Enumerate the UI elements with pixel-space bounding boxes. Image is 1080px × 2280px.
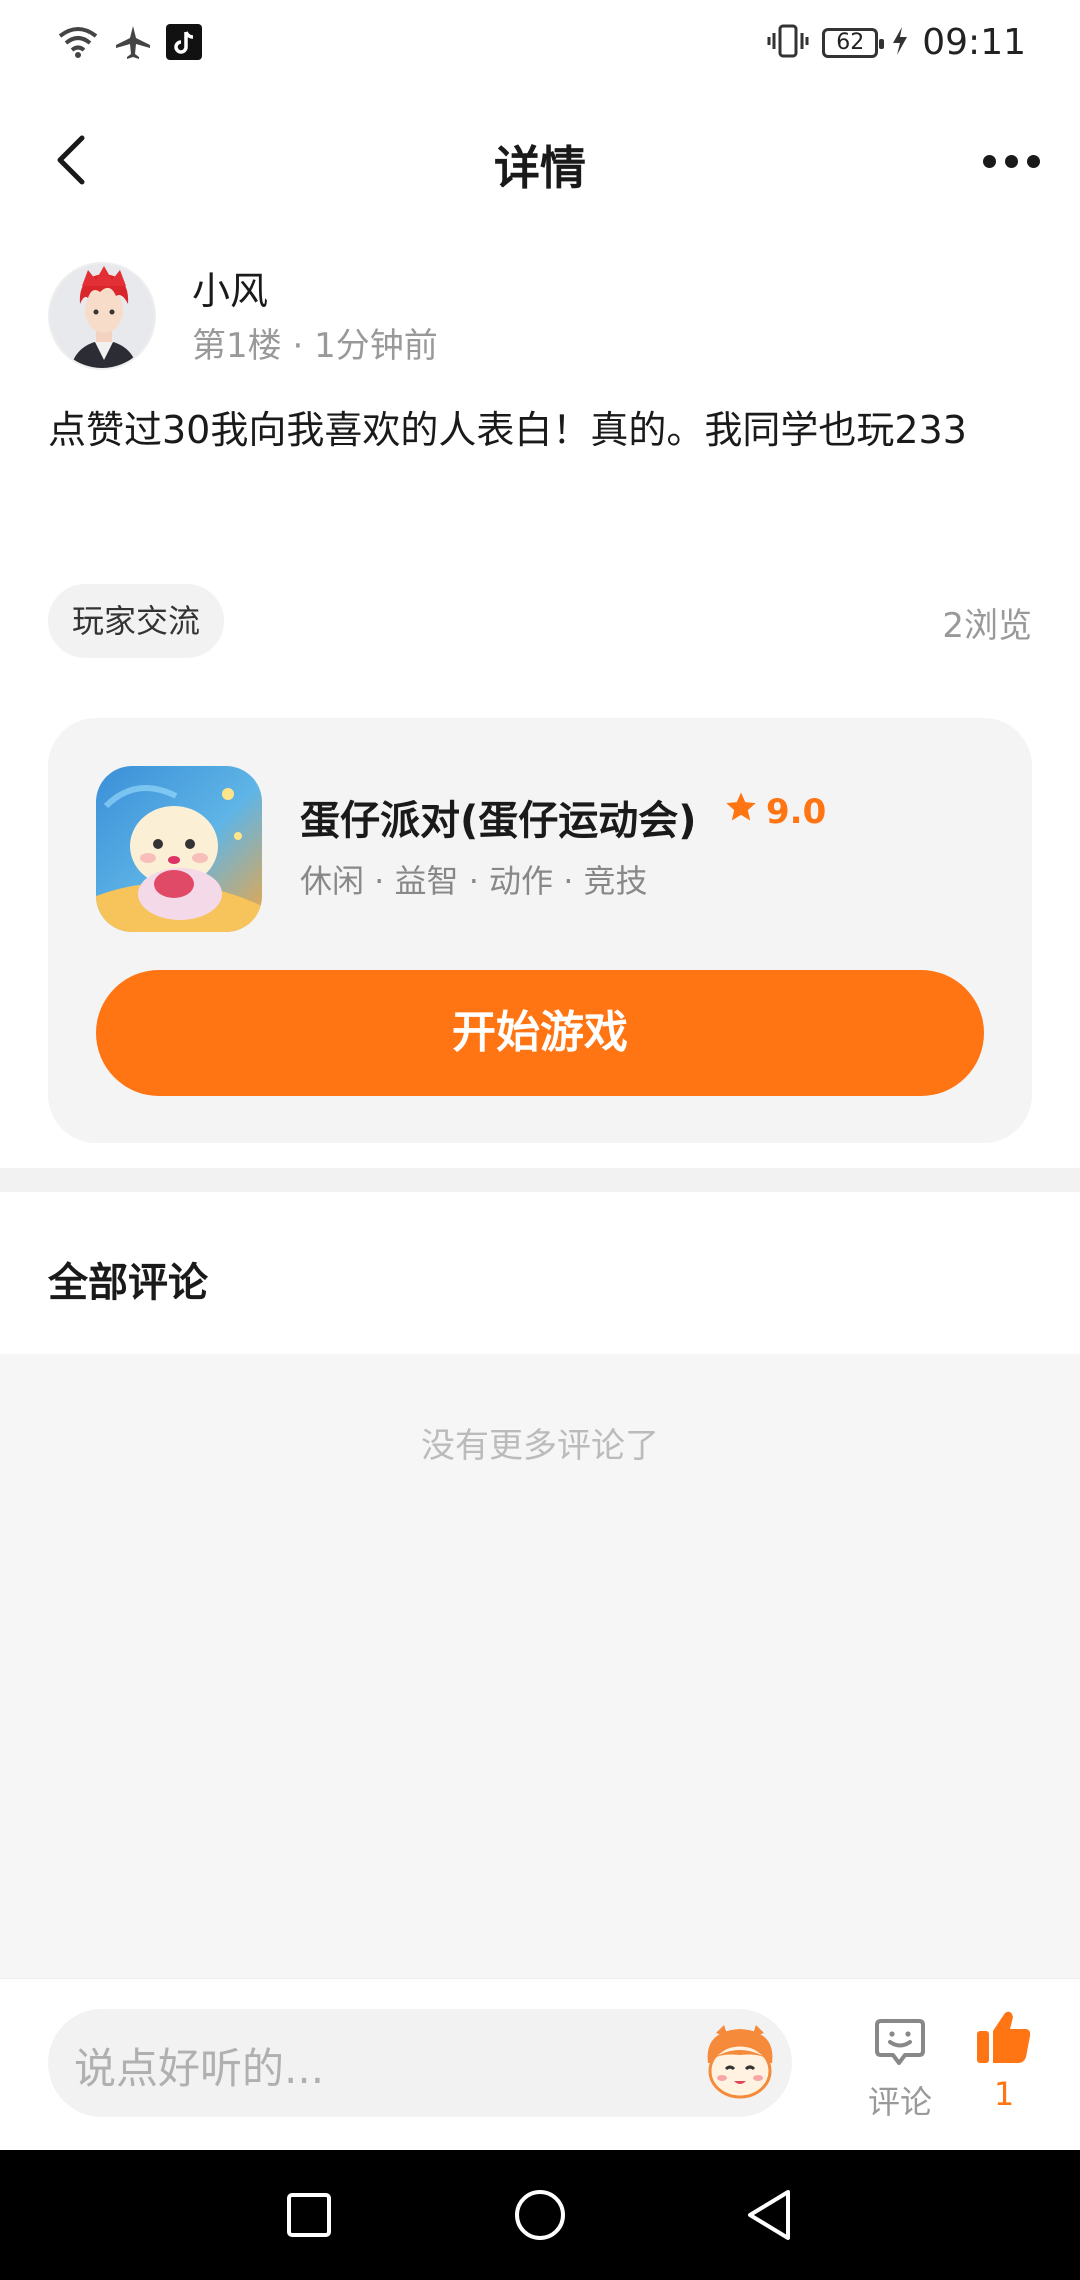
status-bar: 62 09:11 [0, 0, 1080, 92]
section-divider [0, 1168, 1080, 1192]
like-count: 1 [993, 2075, 1015, 2113]
square-icon [285, 2191, 333, 2243]
more-options-button[interactable] [976, 136, 1046, 186]
triangle-back-icon [744, 2188, 794, 2246]
start-game-button[interactable]: 开始游戏 [96, 970, 984, 1096]
floor-number: 第1楼 [192, 326, 282, 366]
comment-label: 评论 [867, 2083, 932, 2121]
mascot-emoji-icon[interactable] [698, 2023, 782, 2103]
charging-icon [890, 25, 910, 61]
top-navigation-bar: 详情 [0, 92, 1080, 232]
back-nav-button[interactable] [734, 2182, 804, 2252]
status-right-icons: 62 09:11 [766, 22, 1026, 63]
recent-apps-button[interactable] [274, 2182, 344, 2252]
more-dot-icon [1004, 154, 1018, 168]
meta-dot: · [292, 326, 315, 366]
comment-input[interactable]: 说点好听的... [48, 2009, 792, 2117]
battery-indicator: 62 [822, 27, 885, 58]
game-genres: 休闲 · 益智 · 动作 · 竞技 [300, 862, 648, 900]
star-icon [724, 790, 758, 833]
post-meta: 第1楼 · 1分钟前 [192, 318, 438, 367]
game-icon[interactable] [96, 766, 262, 932]
vibrate-icon [766, 23, 810, 63]
post-content: 点赞过30我向我喜欢的人表白！真的。我同学也玩233 [48, 408, 967, 452]
home-button[interactable] [505, 2182, 575, 2252]
tiktok-icon [166, 24, 202, 64]
comment-input-placeholder: 说点好听的... [74, 2044, 325, 2093]
comment-list[interactable]: 没有更多评论了 [0, 1354, 1080, 1978]
post-time: 1分钟前 [314, 326, 438, 366]
thumbs-up-icon [975, 2011, 1033, 2069]
wifi-icon [56, 24, 100, 64]
comments-title: 全部评论 [48, 1260, 208, 1306]
more-dot-icon [1026, 154, 1040, 168]
game-card[interactable]: 蛋仔派对(蛋仔运动会) 9.0 休闲 · 益智 · 动作 · 竞技 开始游戏 [48, 718, 1032, 1143]
circle-icon [513, 2188, 567, 2246]
author-avatar-wrap[interactable] [48, 262, 156, 370]
airplane-icon [114, 24, 152, 64]
status-left-icons [56, 24, 202, 64]
rating-value: 9.0 [766, 791, 827, 832]
view-count: 2浏览 [942, 606, 1032, 646]
no-more-comments: 没有更多评论了 [421, 1426, 659, 1466]
bottom-action-bar: 说点好听的... 评论 1 [0, 1978, 1080, 2150]
game-name[interactable]: 蛋仔派对(蛋仔运动会) [300, 788, 697, 846]
system-navigation-bar [0, 2150, 1080, 2280]
page-title: 详情 [494, 141, 586, 195]
more-dot-icon [982, 154, 996, 168]
comment-button[interactable]: 评论 [860, 2015, 940, 2123]
topic-tag[interactable]: 玩家交流 [48, 584, 225, 658]
game-rating: 9.0 [724, 790, 826, 833]
comment-icon [873, 2019, 927, 2073]
author-name[interactable]: 小风 [192, 260, 268, 315]
status-time: 09:11 [922, 22, 1026, 63]
avatar[interactable] [48, 262, 156, 370]
like-button[interactable]: 1 [968, 2009, 1040, 2113]
